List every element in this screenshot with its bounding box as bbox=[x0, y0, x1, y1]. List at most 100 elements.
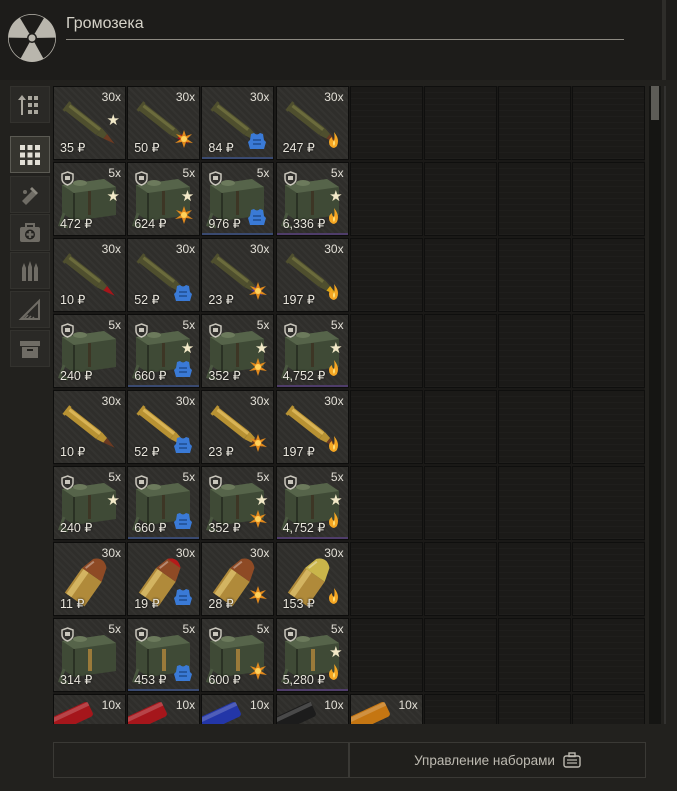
inventory-item-shell[interactable]: 10x bbox=[275, 694, 349, 724]
empty-slot[interactable] bbox=[572, 314, 645, 388]
inventory-item-pistol-round[interactable]: 30x 11 ₽ bbox=[53, 542, 126, 616]
star-icon: ★ bbox=[106, 492, 120, 509]
scrollbar-thumb[interactable] bbox=[651, 86, 659, 120]
category-medical-button[interactable] bbox=[10, 214, 50, 251]
inventory-item-brass-round[interactable]: 30x 52 ₽ bbox=[127, 390, 201, 464]
empty-slot[interactable] bbox=[498, 618, 572, 692]
empty-slot[interactable] bbox=[572, 238, 645, 312]
empty-slot[interactable] bbox=[349, 86, 423, 160]
empty-slot[interactable] bbox=[498, 390, 572, 464]
footer-empty-panel bbox=[53, 742, 349, 778]
inventory-item-rifle-round[interactable]: 30x 84 ₽ bbox=[201, 86, 275, 160]
inventory-item-pistol-round[interactable]: 30x 153 ₽ bbox=[275, 542, 349, 616]
inventory-item-ammo-pack[interactable]: 5x 240 ₽ bbox=[53, 314, 126, 388]
inventory-item-shell[interactable]: 10x bbox=[201, 694, 275, 724]
category-all-button[interactable] bbox=[10, 136, 50, 173]
item-price: 4,752 ₽ bbox=[282, 521, 326, 535]
empty-slot[interactable] bbox=[424, 238, 497, 312]
empty-slot[interactable] bbox=[498, 86, 572, 160]
inventory-item-rifle-round[interactable]: 30x 247 ₽ bbox=[275, 86, 349, 160]
empty-slot[interactable] bbox=[572, 542, 645, 616]
empty-slot[interactable] bbox=[572, 618, 645, 692]
empty-slot[interactable] bbox=[424, 314, 497, 388]
inventory-item-ammo-pack-small[interactable]: 5x 453 ₽ bbox=[127, 618, 201, 692]
empty-slot[interactable] bbox=[424, 162, 497, 236]
item-price: 50 ₽ bbox=[134, 141, 160, 155]
category-weapon-mods-button[interactable] bbox=[10, 176, 50, 213]
inventory-item-pistol-round[interactable]: 30x 28 ₽ bbox=[201, 542, 275, 616]
category-containers-button[interactable] bbox=[10, 330, 50, 367]
empty-slot[interactable] bbox=[572, 86, 645, 160]
empty-slot[interactable] bbox=[572, 162, 645, 236]
inventory-item-ammo-pack[interactable]: 5x 660 ₽ ★ bbox=[127, 314, 201, 388]
shield-icon bbox=[209, 627, 223, 642]
inventory-item-rifle-round[interactable]: 30x 50 ₽ bbox=[127, 86, 201, 160]
empty-slot[interactable] bbox=[349, 466, 423, 540]
empty-slot[interactable] bbox=[572, 466, 645, 540]
inventory-item-shell[interactable]: 10x bbox=[349, 694, 423, 724]
shield-icon bbox=[209, 171, 223, 186]
inventory-item-ammo-pack[interactable]: 5x 472 ₽ ★ bbox=[53, 162, 126, 236]
inventory-item-brass-round[interactable]: 30x 197 ₽ bbox=[275, 390, 349, 464]
shield-icon bbox=[61, 323, 74, 338]
inventory-item-ammo-pack[interactable]: 5x 660 ₽ bbox=[127, 466, 201, 540]
empty-slot[interactable] bbox=[349, 314, 423, 388]
item-quantity: 5x bbox=[330, 622, 344, 636]
item-price: 352 ₽ bbox=[208, 369, 241, 383]
empty-slot[interactable] bbox=[498, 314, 572, 388]
empty-slot[interactable] bbox=[424, 694, 497, 724]
inventory-item-ammo-pack[interactable]: 5x 352 ₽ ★ bbox=[201, 466, 275, 540]
empty-slot[interactable] bbox=[498, 694, 572, 724]
empty-slot[interactable] bbox=[572, 390, 645, 464]
shield-icon bbox=[209, 475, 223, 490]
category-tools-button[interactable] bbox=[10, 291, 50, 328]
burst-icon bbox=[175, 206, 194, 229]
empty-slot[interactable] bbox=[424, 466, 497, 540]
empty-slot[interactable] bbox=[498, 542, 572, 616]
empty-slot[interactable] bbox=[424, 618, 497, 692]
tools-icon bbox=[18, 298, 40, 320]
item-price: 453 ₽ bbox=[134, 673, 167, 687]
inventory-item-ammo-pack[interactable]: 5x 4,752 ₽ ★ bbox=[275, 314, 349, 388]
inventory-item-rifle-round[interactable]: 30x 23 ₽ bbox=[201, 238, 275, 312]
category-ammo-button[interactable] bbox=[10, 252, 50, 289]
sort-button[interactable] bbox=[10, 86, 50, 123]
empty-slot[interactable] bbox=[349, 390, 423, 464]
item-quantity: 30x bbox=[175, 90, 196, 104]
item-quantity: 5x bbox=[182, 166, 196, 180]
item-quantity: 30x bbox=[101, 90, 121, 104]
inventory-item-ammo-pack-small[interactable]: 5x 5,280 ₽ ★ bbox=[275, 618, 349, 692]
inventory-item-rifle-round[interactable]: 30x 52 ₽ bbox=[127, 238, 201, 312]
inventory-item-pistol-round[interactable]: 30x 19 ₽ bbox=[127, 542, 201, 616]
scrollbar[interactable] bbox=[649, 86, 661, 724]
inventory-item-shell[interactable]: 10x bbox=[127, 694, 201, 724]
empty-slot[interactable] bbox=[498, 466, 572, 540]
empty-slot[interactable] bbox=[349, 238, 423, 312]
inventory-item-rifle-round[interactable]: 30x 10 ₽ bbox=[53, 238, 126, 312]
empty-slot[interactable] bbox=[572, 694, 645, 724]
inventory-item-ammo-pack[interactable]: 5x 6,336 ₽ ★ bbox=[275, 162, 349, 236]
inventory-item-ammo-pack-small[interactable]: 5x 600 ₽ bbox=[201, 618, 275, 692]
inventory-item-ammo-pack[interactable]: 5x 240 ₽ ★ bbox=[53, 466, 126, 540]
inventory-item-rifle-round[interactable]: 30x 35 ₽ ★ bbox=[53, 86, 126, 160]
inventory-item-brass-round[interactable]: 30x 10 ₽ bbox=[53, 390, 126, 464]
empty-slot[interactable] bbox=[424, 390, 497, 464]
inventory-item-ammo-pack[interactable]: 5x 352 ₽ ★ bbox=[201, 314, 275, 388]
inventory-item-ammo-pack-small[interactable]: 5x 314 ₽ bbox=[53, 618, 126, 692]
empty-slot[interactable] bbox=[498, 238, 572, 312]
sort-arrows-icon bbox=[18, 94, 38, 115]
inventory-item-shell[interactable]: 10x bbox=[53, 694, 126, 724]
inventory-item-ammo-pack[interactable]: 5x 4,752 ₽ ★ bbox=[275, 466, 349, 540]
item-price: 197 ₽ bbox=[282, 293, 315, 307]
inventory-item-ammo-pack[interactable]: 5x 976 ₽ bbox=[201, 162, 275, 236]
manage-sets-button[interactable]: Управление наборами bbox=[349, 742, 646, 778]
empty-slot[interactable] bbox=[349, 162, 423, 236]
empty-slot[interactable] bbox=[498, 162, 572, 236]
inventory-item-brass-round[interactable]: 30x 23 ₽ bbox=[201, 390, 275, 464]
empty-slot[interactable] bbox=[349, 542, 423, 616]
inventory-item-rifle-round[interactable]: 30x 197 ₽ bbox=[275, 238, 349, 312]
empty-slot[interactable] bbox=[349, 618, 423, 692]
empty-slot[interactable] bbox=[424, 542, 497, 616]
empty-slot[interactable] bbox=[424, 86, 497, 160]
inventory-item-ammo-pack[interactable]: 5x 624 ₽ ★ bbox=[127, 162, 201, 236]
